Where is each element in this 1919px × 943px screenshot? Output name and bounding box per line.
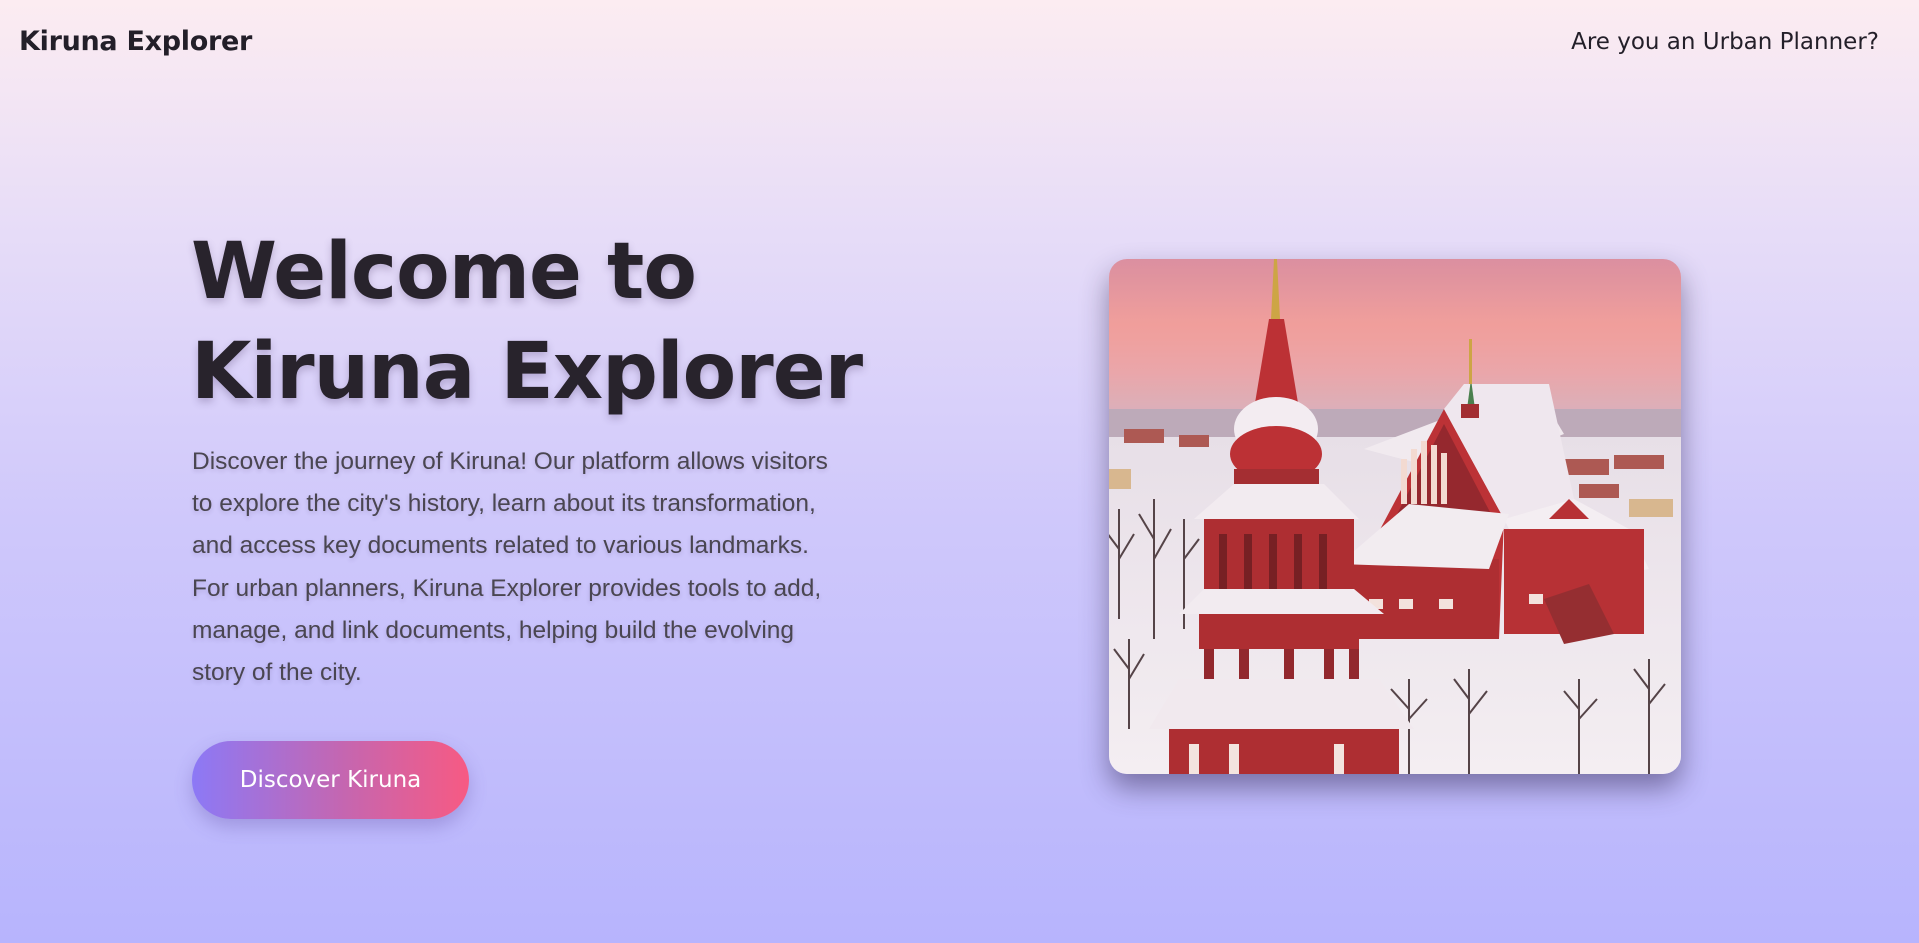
brand-logo[interactable]: Kiruna Explorer <box>19 26 252 57</box>
kiruna-church-photo <box>1109 259 1681 774</box>
hero-title: Welcome to Kiruna Explorer <box>191 222 911 422</box>
hero-title-line-1: Welcome to <box>191 227 697 317</box>
discover-kiruna-button[interactable]: Discover Kiruna <box>192 741 469 819</box>
hero-title-line-2: Kiruna Explorer <box>191 327 863 417</box>
top-nav: Kiruna Explorer Are you an Urban Planner… <box>0 0 1919 88</box>
hero-description: Discover the journey of Kiruna! Our plat… <box>192 448 828 687</box>
urban-planner-link[interactable]: Are you an Urban Planner? <box>1571 29 1879 55</box>
